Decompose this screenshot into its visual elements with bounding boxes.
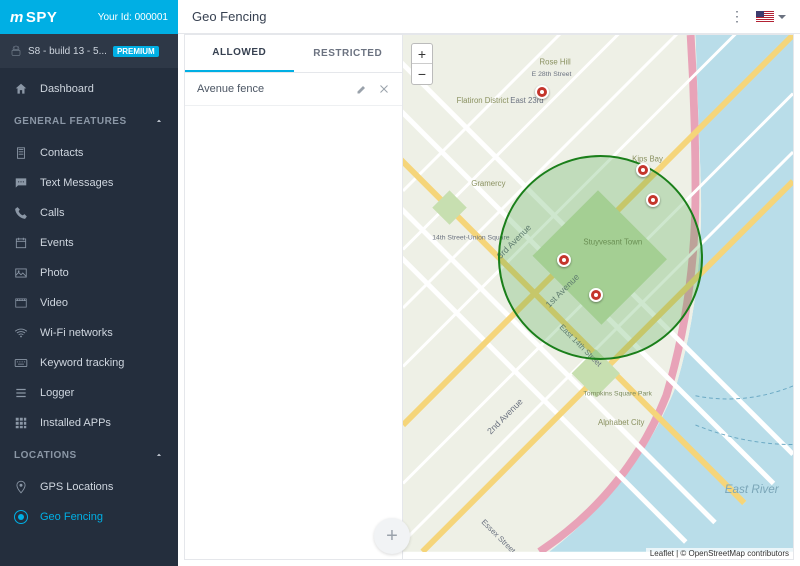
section-locations-label: LOCATIONS <box>14 450 77 461</box>
section-general-features[interactable]: GENERAL FEATURES <box>0 104 178 138</box>
photo-icon <box>14 266 28 280</box>
fence-row[interactable]: Avenue fence <box>185 73 402 106</box>
premium-badge: PREMIUM <box>113 46 159 57</box>
nav-geo-fencing-label: Geo Fencing <box>40 511 103 523</box>
nav-keyword-tracking[interactable]: Keyword tracking <box>0 348 178 378</box>
zoom-out-button[interactable]: − <box>412 64 432 84</box>
list-icon <box>14 386 28 400</box>
location-icon <box>14 480 28 494</box>
fence-name: Avenue fence <box>197 83 264 95</box>
zoom-control: + − <box>411 43 433 85</box>
nav-video-label: Video <box>40 297 68 309</box>
topbar: Geo Fencing ⋮ <box>178 0 800 34</box>
nav-contacts-label: Contacts <box>40 147 83 159</box>
nav-installed-apps[interactable]: Installed APPs <box>0 408 178 438</box>
tab-restricted[interactable]: RESTRICTED <box>294 35 403 72</box>
android-icon <box>10 45 22 57</box>
chevron-up-icon <box>154 450 164 460</box>
geofence-circle[interactable] <box>498 155 703 360</box>
nav-gps-locations[interactable]: GPS Locations <box>0 472 178 502</box>
grid-icon <box>14 416 28 430</box>
map-pin[interactable] <box>646 193 660 207</box>
nav-wifi-label: Wi-Fi networks <box>40 327 113 339</box>
svg-text:Flatiron District: Flatiron District <box>457 96 510 105</box>
flag-us-icon <box>756 11 774 23</box>
section-locations[interactable]: LOCATIONS <box>0 438 178 472</box>
nav-photo[interactable]: Photo <box>0 258 178 288</box>
device-label: S8 - build 13 - 5... <box>28 46 107 57</box>
svg-text:14th Street-Union Square: 14th Street-Union Square <box>432 235 509 242</box>
fence-list-panel: ALLOWED RESTRICTED Avenue fence <box>184 34 402 560</box>
svg-text:Rose Hill: Rose Hill <box>540 57 571 66</box>
brand-logo[interactable]: mSPY <box>10 9 57 26</box>
nav-events[interactable]: Events <box>0 228 178 258</box>
edit-icon[interactable] <box>356 83 368 95</box>
chevron-up-icon <box>154 116 164 126</box>
video-icon <box>14 296 28 310</box>
home-icon <box>14 82 28 96</box>
map-pin[interactable] <box>557 253 571 267</box>
nav-keyword-label: Keyword tracking <box>40 357 124 369</box>
clipboard-icon <box>14 146 28 160</box>
nav-video[interactable]: Video <box>0 288 178 318</box>
nav-text-messages[interactable]: Text Messages <box>0 168 178 198</box>
nav-contacts[interactable]: Contacts <box>0 138 178 168</box>
map-pin[interactable] <box>589 288 603 302</box>
add-fence-button[interactable]: + <box>374 518 410 554</box>
section-general-label: GENERAL FEATURES <box>14 116 127 127</box>
svg-text:Alphabet City: Alphabet City <box>598 418 644 427</box>
svg-text:Gramercy: Gramercy <box>471 179 505 188</box>
nav-dashboard-label: Dashboard <box>40 83 94 95</box>
map-pin[interactable] <box>636 163 650 177</box>
calendar-icon <box>14 236 28 250</box>
nav-events-label: Events <box>40 237 74 249</box>
close-icon[interactable] <box>378 83 390 95</box>
svg-text:East River: East River <box>725 483 780 496</box>
nav-calls-label: Calls <box>40 207 64 219</box>
zoom-in-button[interactable]: + <box>412 44 432 64</box>
map[interactable]: East River 1st Avenue 2nd Avenue 3rd Ave… <box>402 34 794 560</box>
wifi-icon <box>14 326 28 340</box>
target-icon <box>14 510 28 524</box>
nav-wifi[interactable]: Wi-Fi networks <box>0 318 178 348</box>
tab-allowed[interactable]: ALLOWED <box>185 35 294 72</box>
map-attribution: Leaflet | © OpenStreetMap contributors <box>646 548 793 559</box>
user-id: Your Id: 000001 <box>98 12 168 23</box>
nav-dashboard[interactable]: Dashboard <box>0 74 178 104</box>
sidebar: mSPY Your Id: 000001 S8 - build 13 - 5..… <box>0 0 178 566</box>
phone-icon <box>14 206 28 220</box>
language-selector[interactable] <box>756 11 786 23</box>
nav-photo-label: Photo <box>40 267 69 279</box>
fence-tabs: ALLOWED RESTRICTED <box>185 35 402 73</box>
device-selector[interactable]: S8 - build 13 - 5... PREMIUM <box>0 34 178 68</box>
nav-text-messages-label: Text Messages <box>40 177 113 189</box>
nav-calls[interactable]: Calls <box>0 198 178 228</box>
nav-gps-label: GPS Locations <box>40 481 113 493</box>
map-pin[interactable] <box>535 85 549 99</box>
main: Geo Fencing ⋮ ALLOWED RESTRICTED Avenue … <box>178 0 800 566</box>
nav-logger[interactable]: Logger <box>0 378 178 408</box>
chevron-down-icon <box>778 15 786 19</box>
nav-installed-apps-label: Installed APPs <box>40 417 111 429</box>
nav-geo-fencing[interactable]: Geo Fencing <box>0 502 178 532</box>
nav-logger-label: Logger <box>40 387 74 399</box>
svg-text:Tompkins Square Park: Tompkins Square Park <box>583 391 652 398</box>
keyboard-icon <box>14 356 28 370</box>
brand-bar: mSPY Your Id: 000001 <box>0 0 178 34</box>
page-title: Geo Fencing <box>192 9 266 24</box>
svg-text:E 28th Street: E 28th Street <box>532 71 572 78</box>
more-menu[interactable]: ⋮ <box>730 8 744 25</box>
message-icon <box>14 176 28 190</box>
